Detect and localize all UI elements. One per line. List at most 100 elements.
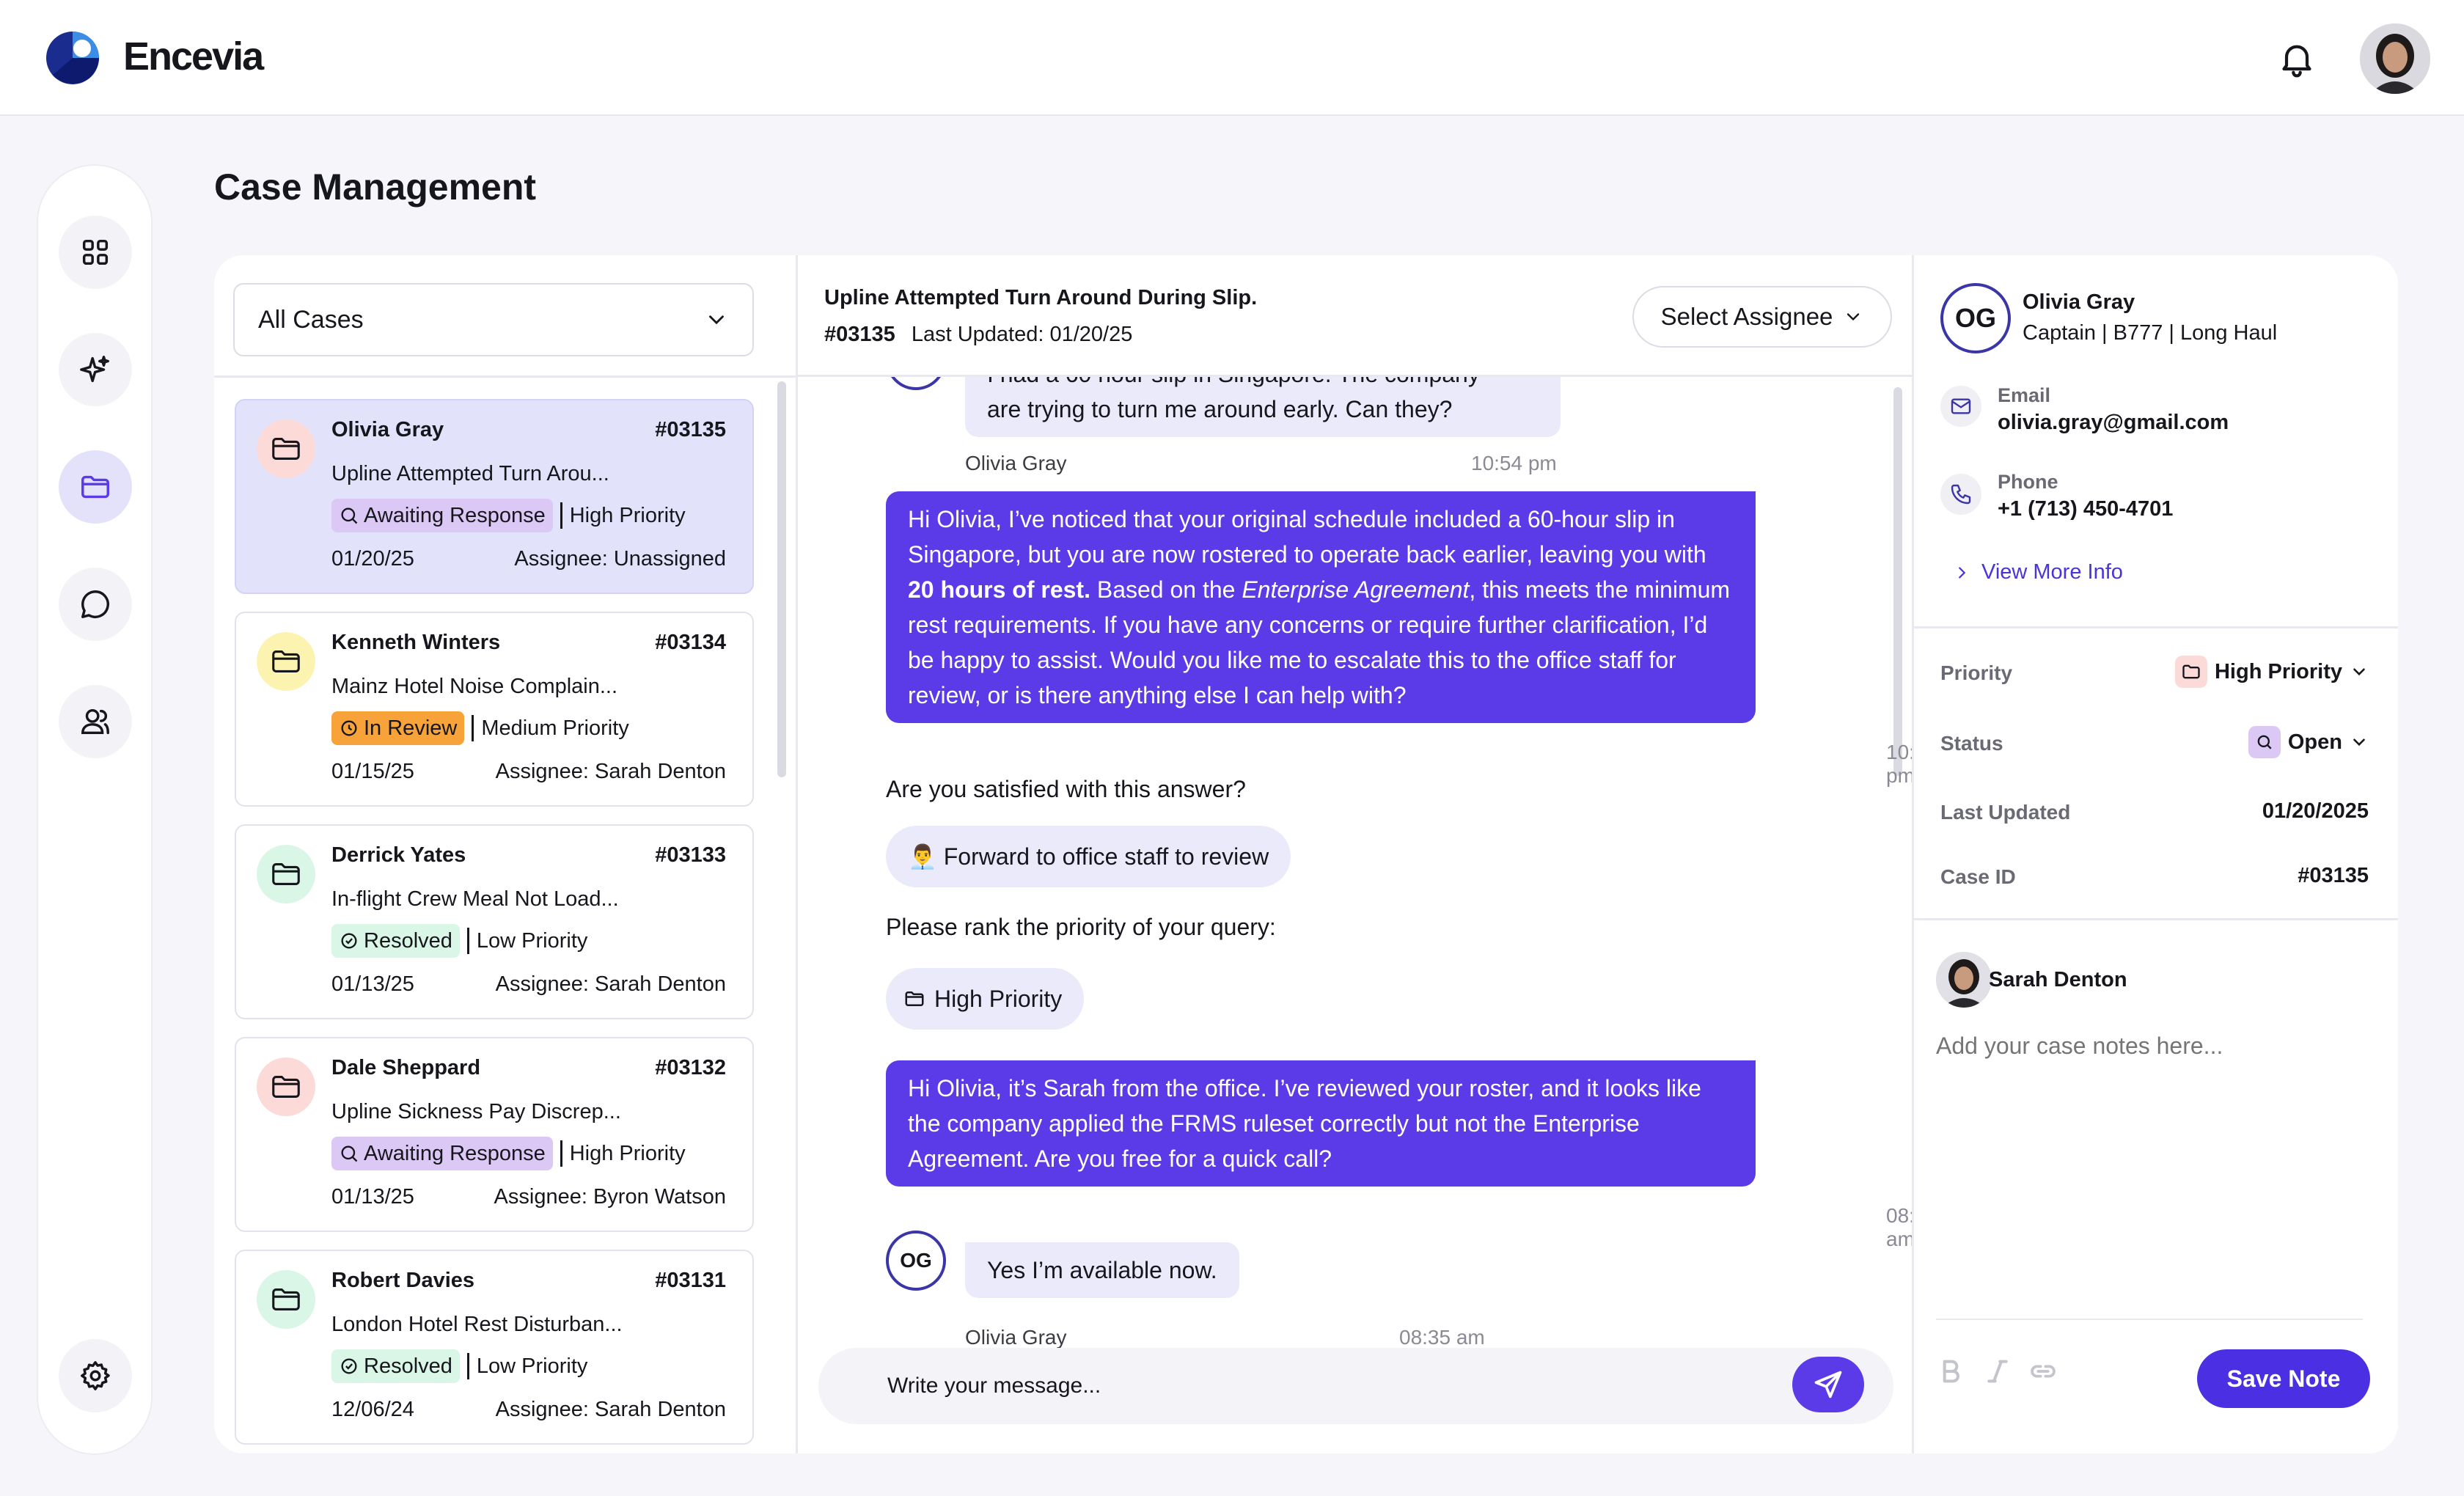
case-card[interactable]: Dale Sheppard #03132 Upline Sickness Pay…	[235, 1037, 754, 1232]
case-id: #03131	[655, 1269, 726, 1292]
settings-nav-button[interactable]	[59, 1339, 132, 1412]
priority-text: Low Priority	[476, 1354, 588, 1378]
case-subject: Upline Sickness Pay Discrep...	[331, 1100, 621, 1123]
message-input-placeholder: Write your message...	[887, 1374, 1101, 1398]
status-text: Resolved	[364, 928, 452, 953]
view-more-info-link[interactable]: View More Info	[1954, 560, 2123, 584]
case-tags: Awaiting Response High Priority	[331, 1137, 686, 1170]
chat-scrollbar[interactable]	[1893, 387, 1902, 776]
case-assignee: Assignee: Sarah Denton	[495, 972, 726, 996]
case-card[interactable]: Robert Davies #03131 London Hotel Rest D…	[235, 1250, 754, 1445]
user-avatar[interactable]	[2360, 23, 2430, 94]
case-list-panel: All Cases Olivia Gray #03135 Upline Atte…	[214, 255, 798, 1453]
link-icon[interactable]	[2028, 1357, 2058, 1386]
case-subject: Upline Attempted Turn Arou...	[331, 462, 609, 485]
save-note-button[interactable]: Save Note	[2197, 1349, 2370, 1408]
case-number: #03135	[824, 323, 895, 346]
people-nav-button[interactable]	[59, 685, 132, 758]
tag-separator	[466, 928, 469, 954]
priority-label: Priority	[1940, 661, 2013, 684]
send-icon	[1814, 1371, 1842, 1398]
check-circle-icon	[341, 1358, 357, 1374]
notes-divider	[1936, 1319, 2363, 1320]
case-assignee: Assignee: Byron Watson	[494, 1185, 726, 1209]
case-card[interactable]: Kenneth Winters #03134 Mainz Hotel Noise…	[235, 612, 754, 807]
message-time: 10:55 pm	[1886, 741, 1914, 787]
italic-icon[interactable]	[1983, 1357, 2012, 1386]
email-label: Email	[1998, 384, 2051, 406]
status-search-icon	[2248, 726, 2281, 758]
message-italic: Enterprise Agreement	[1242, 576, 1470, 603]
case-tags: In Review Medium Priority	[331, 711, 629, 745]
send-button[interactable]	[1792, 1357, 1864, 1412]
folder-icon	[81, 475, 109, 499]
message-sender: Olivia Gray	[965, 1326, 1067, 1349]
case-priority-icon	[257, 419, 315, 478]
case-id: #03133	[655, 843, 726, 867]
case-tags: Resolved Low Priority	[331, 924, 587, 958]
option-label: High Priority	[934, 985, 1063, 1012]
case-filter-select[interactable]: All Cases	[233, 283, 754, 356]
chat-bubble-icon	[81, 590, 109, 618]
chevron-down-icon	[2353, 738, 2365, 747]
priority-folder-icon	[2174, 656, 2207, 688]
contact-avatar: OG	[1940, 283, 2011, 353]
view-more-label: View More Info	[1981, 560, 2123, 584]
folder-icon	[272, 1076, 300, 1098]
folder-icon	[272, 650, 300, 672]
status-badge: Awaiting Response	[331, 1137, 553, 1170]
select-assignee-dropdown[interactable]: Select Assignee	[1632, 286, 1892, 348]
message-input[interactable]: Write your message...	[818, 1348, 1893, 1424]
dashboard-nav-button[interactable]	[59, 216, 132, 289]
notification-bell-icon[interactable]	[2276, 38, 2317, 79]
status-text: Awaiting Response	[364, 1141, 546, 1165]
case-priority-icon	[257, 1270, 315, 1329]
forward-option-button[interactable]: 👨‍💼 Forward to office staff to review	[886, 826, 1291, 887]
case-name: Derrick Yates	[331, 843, 466, 867]
search-chat-icon	[2257, 735, 2272, 749]
case-id: #03135	[655, 418, 726, 441]
folder-icon	[272, 438, 300, 460]
case-id: #03134	[655, 631, 726, 654]
case-id-label: Case ID	[1940, 865, 2016, 888]
status-badge: Resolved	[331, 924, 460, 958]
chat-panel: Upline Attempted Turn Around During Slip…	[798, 255, 1914, 1453]
last-updated-label: Last Updated	[1940, 801, 2071, 824]
case-name: Kenneth Winters	[331, 631, 501, 654]
case-notes-input[interactable]	[1936, 1033, 2361, 1060]
status-value: Open	[2287, 730, 2342, 754]
case-list-scrollbar[interactable]	[777, 381, 786, 777]
message-time: 08:35 am	[1399, 1326, 1485, 1349]
app-name: Encevia	[123, 34, 264, 78]
bot-question: Are you satisfied with this answer?	[886, 776, 1246, 802]
case-card[interactable]: Derrick Yates #03133 In-flight Crew Meal…	[235, 824, 754, 1019]
message-bold: 20 hours of rest.	[908, 576, 1090, 603]
bold-icon[interactable]	[1936, 1357, 1965, 1386]
email-value[interactable]: olivia.gray@gmail.com	[1998, 411, 2229, 435]
message-sender: Olivia Gray	[965, 452, 1067, 474]
case-title: Upline Attempted Turn Around During Slip…	[824, 286, 1258, 309]
list-divider	[214, 375, 796, 378]
status-badge: Resolved	[331, 1349, 460, 1383]
contact-role: Captain | B777 | Long Haul	[2023, 321, 2278, 345]
status-label: Status	[1940, 732, 2003, 755]
cases-nav-button[interactable]	[59, 450, 132, 524]
chevron-down-icon	[2353, 668, 2365, 676]
status-text: Resolved	[364, 1354, 452, 1378]
ai-nav-button[interactable]	[59, 333, 132, 406]
phone-value[interactable]: +1 (713) 450-4701	[1998, 497, 2173, 521]
case-name: Dale Sheppard	[331, 1056, 481, 1079]
case-card[interactable]: Olivia Gray #03135 Upline Attempted Turn…	[235, 399, 754, 594]
users-icon	[81, 708, 109, 735]
message-line: are trying to turn me around early. Can …	[987, 396, 1453, 422]
folder-icon	[2182, 664, 2200, 679]
tag-separator	[466, 1353, 469, 1379]
case-tags: Resolved Low Priority	[331, 1349, 587, 1383]
messages-nav-button[interactable]	[59, 568, 132, 641]
status-dropdown[interactable]: Open	[2248, 726, 2369, 758]
high-priority-option-button[interactable]: High Priority	[886, 968, 1085, 1030]
encevia-logo-icon	[46, 32, 99, 84]
priority-dropdown[interactable]: High Priority	[2174, 656, 2369, 688]
folder-icon	[905, 991, 924, 1006]
priority-text: Medium Priority	[481, 716, 629, 740]
